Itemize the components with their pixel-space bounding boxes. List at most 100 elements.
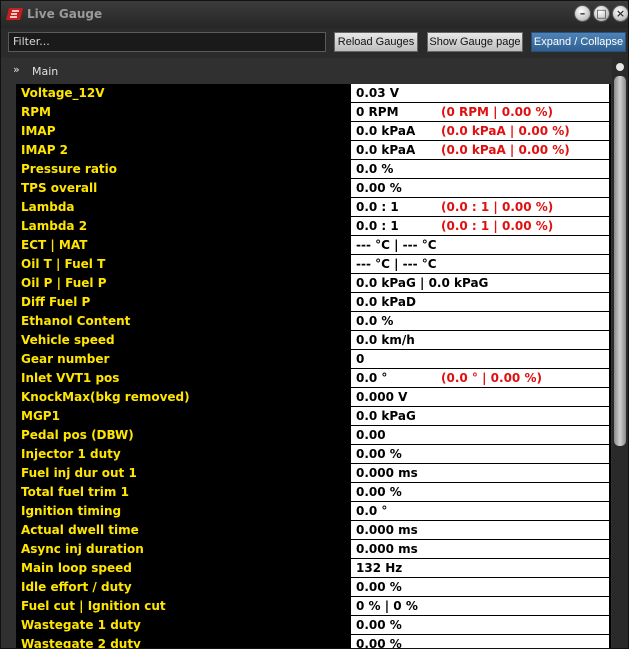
gauge-label: Idle effort / duty — [16, 578, 351, 597]
gauge-value-cell: 0.000 ms — [351, 540, 609, 559]
gauge-value-cell: --- °C | --- °C — [351, 236, 609, 255]
maximize-button[interactable]: □ — [593, 5, 610, 22]
gauge-table: Voltage_12V 0.03 V RPM 0 RPM (0 RPM | 0.00 %… — [16, 84, 611, 648]
gauge-row[interactable]: Injector 1 duty 0.00 % — [16, 445, 611, 464]
gauge-value-cell: 0 RPM (0 RPM | 0.00 %) — [351, 103, 609, 122]
gauge-peak-value: (0.0 ° | 0.00 %) — [441, 371, 542, 385]
gauge-value: 0.0 ° — [356, 371, 388, 385]
gauge-row[interactable]: Voltage_12V 0.03 V — [16, 84, 611, 103]
gauge-value: --- °C | --- °C — [356, 257, 437, 271]
gauge-value: 0.0 kPaG — [356, 409, 416, 423]
gauge-row[interactable]: Main loop speed 132 Hz — [16, 559, 611, 578]
gauge-row[interactable]: ECT | MAT --- °C | --- °C — [16, 236, 611, 255]
gauge-row[interactable]: Oil P | Fuel P 0.0 kPaG | 0.0 kPaG — [16, 274, 611, 293]
gauge-value-cell: 0.0 ° (0.0 ° | 0.00 %) — [351, 369, 609, 388]
gauge-label: RPM — [16, 103, 351, 122]
gauge-row[interactable]: Wastegate 1 duty 0.00 % — [16, 616, 611, 635]
gauge-row[interactable]: Actual dwell time 0.000 ms — [16, 521, 611, 540]
gauge-label: Lambda — [16, 198, 351, 217]
gauge-value-cell: 0.00 % — [351, 179, 609, 198]
gauge-value: 0.0 km/h — [356, 333, 415, 347]
gauge-row[interactable]: Async inj duration 0.000 ms — [16, 540, 611, 559]
gauge-row[interactable]: Pressure ratio 0.0 % — [16, 160, 611, 179]
live-gauge-window: Live Gauge – □ × Filter... Reload Gauges… — [0, 0, 629, 649]
gauge-value-cell: 0 — [351, 350, 609, 369]
gauge-value: 0.0 kPaA — [356, 124, 416, 138]
gauge-row[interactable]: Fuel inj dur out 1 0.000 ms — [16, 464, 611, 483]
gauge-row[interactable]: Inlet VVT1 pos 0.0 ° (0.0 ° | 0.00 %) — [16, 369, 611, 388]
gauge-value: 0.00 — [356, 428, 386, 442]
gauge-value-cell: 0.00 % — [351, 483, 609, 502]
gauge-label: Vehicle speed — [16, 331, 351, 350]
scrollbar-thumb[interactable] — [614, 76, 626, 446]
gauge-row[interactable]: Idle effort / duty 0.00 % — [16, 578, 611, 597]
gauge-row[interactable]: KnockMax(bkg removed) 0.000 V — [16, 388, 611, 407]
gauge-label: Wastegate 1 duty — [16, 616, 351, 635]
gauge-peak-value: (0.0 kPaA | 0.00 %) — [441, 124, 570, 138]
collapse-chevron-icon[interactable]: » — [13, 63, 20, 76]
gauge-row[interactable]: Lambda 2 0.0 : 1 (0.0 : 1 | 0.00 %) — [16, 217, 611, 236]
gauge-value: 0 RPM — [356, 105, 399, 119]
gauge-row[interactable]: Diff Fuel P 0.0 kPaD — [16, 293, 611, 312]
gauge-value: 0.00 % — [356, 485, 402, 499]
toolbar: Filter... Reload Gauges Show Gauge page … — [1, 28, 628, 58]
gauge-value-cell: 0 % | 0 % — [351, 597, 609, 616]
gauge-row[interactable]: RPM 0 RPM (0 RPM | 0.00 %) — [16, 103, 611, 122]
gauge-label: Wastegate 2 duty — [16, 635, 351, 648]
gauge-row[interactable]: IMAP 0.0 kPaA (0.0 kPaA | 0.00 %) — [16, 122, 611, 141]
minimize-button[interactable]: – — [574, 5, 591, 22]
section-header-main[interactable]: » Main — [1, 58, 611, 84]
gauge-value-cell: 0.0 : 1 (0.0 : 1 | 0.00 %) — [351, 217, 609, 236]
gauge-label: Lambda 2 — [16, 217, 351, 236]
gauge-row[interactable]: Total fuel trim 1 0.00 % — [16, 483, 611, 502]
minimize-icon: – — [579, 7, 586, 20]
gauge-label: Fuel inj dur out 1 — [16, 464, 351, 483]
gauge-value: --- °C | --- °C — [356, 238, 437, 252]
gauge-label: MGP1 — [16, 407, 351, 426]
scroll-up-button[interactable] — [616, 63, 624, 71]
show-gauge-page-button[interactable]: Show Gauge page — [427, 32, 523, 52]
filter-input[interactable]: Filter... — [8, 32, 326, 52]
gauge-row[interactable]: Gear number 0 — [16, 350, 611, 369]
close-icon: × — [615, 7, 626, 20]
expand-collapse-button[interactable]: Expand / Collapse — [531, 32, 626, 52]
gauge-value: 0.0 kPaD — [356, 295, 416, 309]
gauge-row[interactable]: Ignition timing 0.0 ° — [16, 502, 611, 521]
section-label: Main — [32, 65, 59, 78]
gauge-value: 0.03 V — [356, 86, 400, 100]
vertical-scrollbar[interactable] — [612, 58, 628, 648]
title-bar[interactable]: Live Gauge – □ × — [1, 1, 628, 28]
gauge-value: 0.000 ms — [356, 466, 418, 480]
gauge-label: KnockMax(bkg removed) — [16, 388, 351, 407]
gauge-value: 0.000 V — [356, 390, 408, 404]
gauge-row[interactable]: Fuel cut | Ignition cut 0 % | 0 % — [16, 597, 611, 616]
gauge-label: Diff Fuel P — [16, 293, 351, 312]
gauge-row[interactable]: Pedal pos (DBW) 0.00 — [16, 426, 611, 445]
gauge-row[interactable]: IMAP 2 0.0 kPaA (0.0 kPaA | 0.00 %) — [16, 141, 611, 160]
gauge-value-cell: 0.00 % — [351, 445, 609, 464]
gauge-value-cell: 0.00 % — [351, 616, 609, 635]
gauge-peak-value: (0.0 : 1 | 0.00 %) — [441, 219, 554, 233]
gauge-row[interactable]: Oil T | Fuel T --- °C | --- °C — [16, 255, 611, 274]
gauge-label: Inlet VVT1 pos — [16, 369, 351, 388]
gauge-label: Voltage_12V — [16, 84, 351, 103]
gauge-row[interactable]: MGP1 0.0 kPaG — [16, 407, 611, 426]
gauge-row[interactable]: Vehicle speed 0.0 km/h — [16, 331, 611, 350]
gauge-row[interactable]: Lambda 0.0 : 1 (0.0 : 1 | 0.00 %) — [16, 198, 611, 217]
gauge-label: Injector 1 duty — [16, 445, 351, 464]
gauge-value-cell: 0.0 kPaG — [351, 407, 609, 426]
gauge-label: Oil T | Fuel T — [16, 255, 351, 274]
gauge-row[interactable]: Wastegate 2 duty 0.00 % — [16, 635, 611, 648]
close-button[interactable]: × — [612, 5, 628, 22]
gauge-row[interactable]: TPS overall 0.00 % — [16, 179, 611, 198]
gauge-label: Actual dwell time — [16, 521, 351, 540]
reload-gauges-button[interactable]: Reload Gauges — [334, 32, 418, 52]
gauge-value: 0.00 % — [356, 580, 402, 594]
gauge-value: 0.000 ms — [356, 523, 418, 537]
gauge-label: TPS overall — [16, 179, 351, 198]
gauge-value-cell: 0.0 kPaA (0.0 kPaA | 0.00 %) — [351, 141, 609, 160]
gauge-row[interactable]: Ethanol Content 0.0 % — [16, 312, 611, 331]
gauge-value-cell: 0.0 kPaA (0.0 kPaA | 0.00 %) — [351, 122, 609, 141]
gauge-label: Pressure ratio — [16, 160, 351, 179]
gauge-value-cell: 0.00 % — [351, 635, 609, 648]
